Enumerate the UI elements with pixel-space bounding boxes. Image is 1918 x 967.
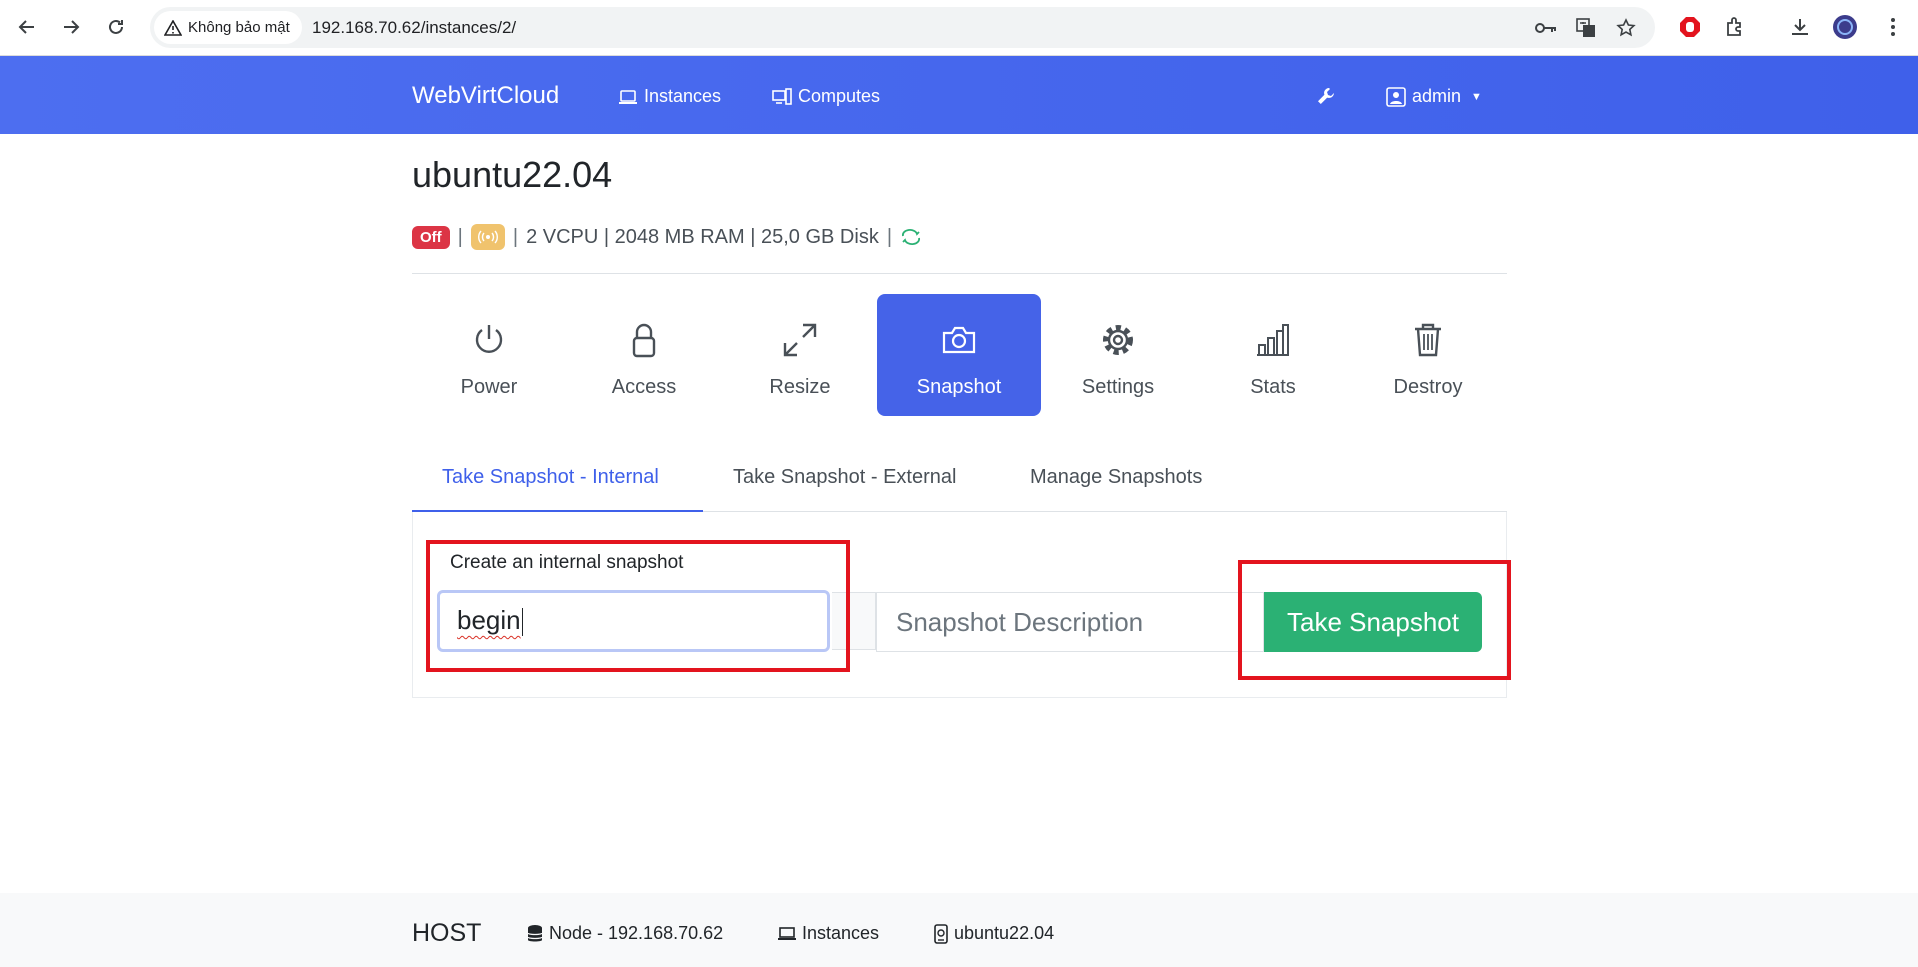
warning-icon (164, 19, 182, 36)
download-icon[interactable] (1787, 14, 1813, 40)
action-snapshot-label: Snapshot (916, 376, 1002, 398)
nav-instances-label: Instances (644, 86, 722, 106)
action-resize-label: Resize (769, 376, 831, 398)
camera-icon (941, 320, 977, 360)
refresh-icon[interactable] (900, 228, 922, 246)
database-icon (527, 924, 543, 941)
action-access[interactable]: Access (562, 294, 726, 416)
action-settings-label: Settings (1081, 376, 1155, 398)
action-access-label: Access (611, 376, 677, 398)
action-snapshot[interactable]: Snapshot (877, 294, 1041, 416)
action-settings[interactable]: Settings (1036, 294, 1200, 416)
extensions-puzzle-icon[interactable] (1722, 14, 1748, 40)
highlight-box-input (426, 540, 850, 672)
snapshot-description-input[interactable]: Snapshot Description (876, 592, 1264, 652)
footer-node[interactable]: Node - 192.168.70.62 (527, 923, 723, 944)
footer-instance: ubuntu22.04 (934, 923, 1054, 944)
laptop-icon (618, 88, 638, 106)
nav-computes[interactable]: Computes (772, 86, 880, 107)
tab-internal[interactable]: Take Snapshot - Internal (412, 452, 703, 512)
address-bar[interactable]: Không bảo mật 192.168.70.62/instances/2/ (150, 7, 1655, 48)
bookmark-star-icon[interactable] (1614, 17, 1638, 39)
laptop-icon (778, 926, 796, 940)
action-stats-label: Stats (1250, 376, 1296, 398)
action-resize[interactable]: Resize (718, 294, 882, 416)
divider (412, 273, 1507, 274)
forward-icon[interactable] (56, 12, 86, 42)
gear-icon (1099, 320, 1137, 360)
user-menu[interactable]: admin ▼ (1386, 86, 1482, 107)
menu-kebab-icon[interactable] (1880, 14, 1906, 40)
footer-instances[interactable]: Instances (778, 923, 879, 944)
tab-external[interactable]: Take Snapshot - External (733, 452, 956, 512)
computes-icon (772, 87, 792, 106)
back-icon[interactable] (12, 12, 42, 42)
nav-computes-label: Computes (798, 86, 881, 106)
instance-specs: 2 VCPU | 2048 MB RAM | 25,0 GB Disk (526, 225, 879, 248)
action-destroy-label: Destroy (1393, 376, 1463, 398)
app-navbar: WebVirtCloud Instances Computes admin ▼ (0, 56, 1918, 134)
footer-instance-label: ubuntu22.04 (954, 923, 1055, 943)
translate-icon[interactable] (1574, 17, 1598, 39)
adblock-extension-icon[interactable] (1677, 14, 1703, 40)
lock-icon (631, 320, 657, 360)
status-badge: Off (412, 225, 450, 249)
action-stats[interactable]: Stats (1191, 294, 1355, 416)
reload-icon[interactable] (101, 12, 131, 42)
nav-instances[interactable]: Instances (618, 86, 721, 107)
security-chip[interactable]: Không bảo mật (154, 11, 302, 44)
url-text[interactable]: 192.168.70.62/instances/2/ (312, 18, 516, 38)
footer-breadcrumb: HOST Node - 192.168.70.62 Instances ubun… (0, 893, 1918, 967)
key-icon[interactable] (1534, 17, 1558, 39)
action-destroy[interactable]: Destroy (1346, 294, 1510, 416)
caret-down-icon: ▼ (1471, 90, 1482, 103)
footer-host: HOST (412, 919, 482, 947)
instance-info: Off | | 2 VCPU | 2048 MB RAM | 25,0 GB D… (412, 224, 922, 250)
snapshot-tabs: Take Snapshot - Internal Take Snapshot -… (412, 452, 1507, 512)
trash-icon (1413, 320, 1443, 360)
action-power-label: Power (460, 376, 518, 398)
brand-link[interactable]: WebVirtCloud (412, 82, 559, 110)
security-label: Không bảo mật (188, 19, 290, 36)
footer-instances-label: Instances (802, 923, 880, 943)
action-power[interactable]: Power (407, 294, 571, 416)
user-icon (1386, 86, 1406, 107)
expand-icon (781, 320, 819, 360)
profile-avatar-icon[interactable] (1832, 14, 1858, 40)
user-label: admin (1412, 86, 1462, 106)
footer-node-label: Node - 192.168.70.62 (549, 923, 724, 943)
power-icon (473, 320, 505, 360)
wrench-icon[interactable] (1316, 86, 1336, 106)
broadcast-icon (470, 224, 505, 250)
page-title: ubuntu22.04 (412, 154, 613, 195)
highlight-box-button (1238, 560, 1511, 680)
browser-toolbar: Không bảo mật 192.168.70.62/instances/2/ (0, 0, 1918, 56)
tab-manage[interactable]: Manage Snapshots (1030, 452, 1202, 512)
bar-chart-icon (1255, 320, 1291, 360)
hdd-icon (934, 923, 948, 944)
